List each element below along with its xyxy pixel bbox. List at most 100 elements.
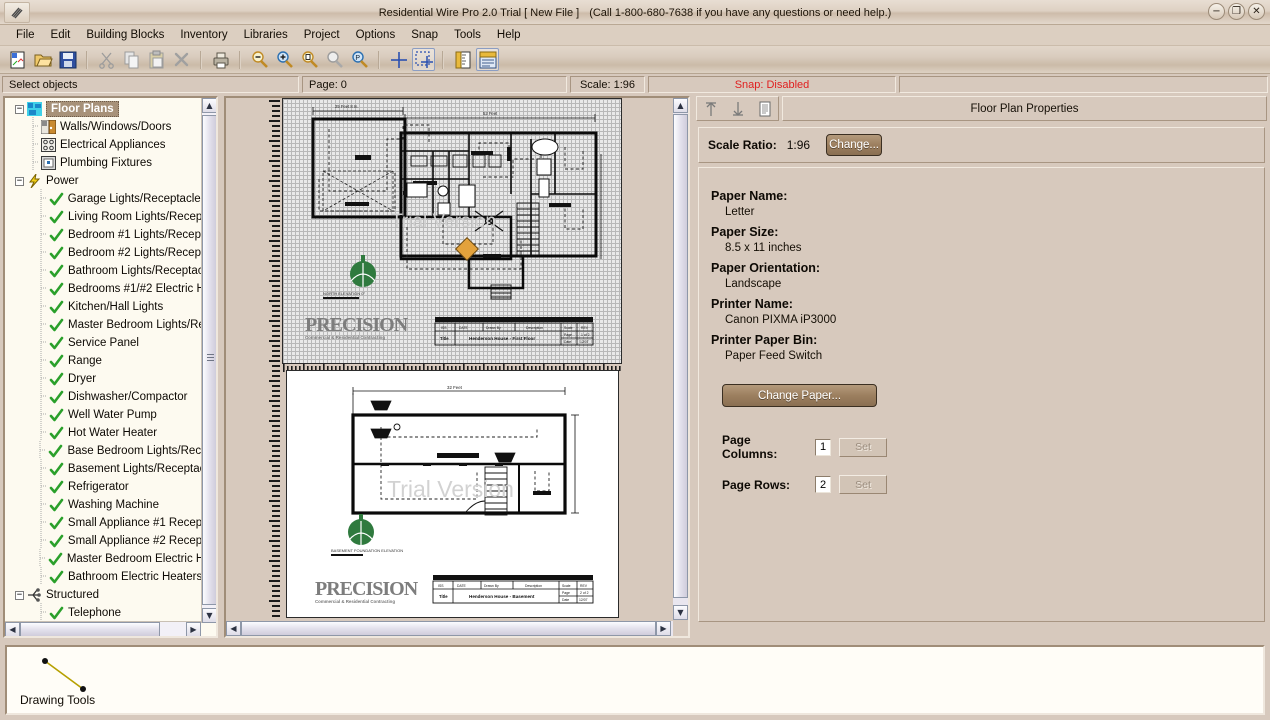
canvas-horizontal-scrollbar[interactable]: ◀ ▶ — [226, 621, 673, 636]
close-button[interactable]: ✕ — [1248, 3, 1265, 20]
measure-scale-icon[interactable] — [476, 48, 499, 71]
tree-expander-icon[interactable]: − — [15, 104, 24, 114]
floor-plan-page-2[interactable]: 32 Feet Trial Version BASEMENT FOUNDATIO… — [286, 370, 619, 618]
tree-item-label: Dryer — [68, 373, 97, 385]
tree-scroll-right-button[interactable]: ▶ — [186, 621, 201, 636]
send-to-back-icon[interactable] — [727, 99, 749, 119]
tree-item-master-bedroom-electric-he[interactable]: Master Bedroom Electric He — [5, 548, 205, 568]
canvas-scroll-down-button[interactable]: ▼ — [673, 605, 688, 620]
maximize-button[interactable]: ❐ — [1228, 3, 1245, 20]
tree-item-base-bedroom-lights-rece[interactable]: Base Bedroom Lights/Rece — [5, 440, 205, 460]
tree-hscroll-thumb[interactable] — [20, 621, 160, 636]
tree-item-power[interactable]: − Power — [5, 172, 205, 190]
menu-item-file[interactable]: File — [8, 27, 43, 43]
tree-item-small-appliance-2-recept[interactable]: Small Appliance #2 Recept — [5, 530, 205, 550]
bring-to-front-icon[interactable] — [700, 99, 722, 119]
project-tree[interactable]: − Floor Plans Walls/Windows/Doors Electrica… — [5, 98, 205, 623]
tree-item-washing-machine[interactable]: Washing Machine — [5, 494, 205, 514]
menu-item-project[interactable]: Project — [296, 27, 348, 43]
menu-item-tools[interactable]: Tools — [446, 27, 489, 43]
zoom-page-icon[interactable] — [298, 48, 321, 71]
change-scale-button[interactable]: Change... — [826, 134, 883, 156]
zoom-fit-icon[interactable]: P — [348, 48, 371, 71]
tree-item-telephone[interactable]: Telephone — [5, 602, 205, 622]
menu-item-inventory[interactable]: Inventory — [172, 27, 235, 43]
tree-item-bathroom-electric-heaters[interactable]: Bathroom Electric Heaters — [5, 566, 205, 586]
tree-item-bedrooms-1-2-electric-h[interactable]: Bedrooms #1/#2 Electric H — [5, 278, 205, 298]
page-columns-set-button[interactable]: Set — [839, 437, 887, 457]
page-columns-input[interactable]: 1 — [815, 438, 831, 456]
drawing-tools-panel[interactable]: Drawing Tools — [5, 645, 1265, 715]
tree-item-garage-lights-receptacles[interactable]: Garage Lights/Receptacles — [5, 188, 205, 208]
tree-horizontal-scrollbar[interactable]: ◀ ▶ — [5, 621, 201, 636]
new-icon[interactable] — [6, 48, 29, 71]
menu-item-snap[interactable]: Snap — [403, 27, 446, 43]
zoom-out-icon[interactable] — [248, 48, 271, 71]
canvas-scroll-up-button[interactable]: ▲ — [673, 98, 688, 113]
crosshair-icon[interactable] — [387, 48, 410, 71]
canvas-hscroll-thumb[interactable] — [241, 621, 656, 636]
tree-item-small-appliance-1-recept[interactable]: Small Appliance #1 Recept — [5, 512, 205, 532]
tree-scroll-up-button[interactable]: ▲ — [202, 98, 216, 113]
page-rows-set-button[interactable]: Set — [839, 475, 887, 494]
canvas-scroll-right-button[interactable]: ▶ — [656, 621, 671, 636]
tree-item-service-panel[interactable]: Service Panel — [5, 332, 205, 352]
tree-item-basement-lights-receptac[interactable]: Basement Lights/Receptac — [5, 458, 205, 478]
zoom-window-icon[interactable] — [323, 48, 346, 71]
tree-item-structured[interactable]: − Structured — [5, 586, 205, 604]
tree-item-living-room-lights-recepl[interactable]: Living Room Lights/Recepl — [5, 206, 205, 226]
minimize-button[interactable]: − — [1208, 3, 1225, 20]
select-region-icon[interactable] — [412, 48, 435, 71]
zoom-in-icon[interactable] — [273, 48, 296, 71]
tree-item-hot-water-heater[interactable]: Hot Water Heater — [5, 422, 205, 442]
floor-plan-page-1[interactable]: 25 Feet 8 In. 52 Feet Trial Version NORT… — [282, 98, 622, 364]
tree-item-label: Kitchen/Hall Lights — [68, 301, 164, 313]
menu-item-edit[interactable]: Edit — [43, 27, 79, 43]
tree-item-refrigerator[interactable]: Refrigerator — [5, 476, 205, 496]
drawing-canvas-panel[interactable]: 25 Feet 8 In. 52 Feet Trial Version NORT… — [224, 96, 690, 638]
canvas-vscroll-thumb[interactable] — [673, 114, 688, 598]
tree-item-bathroom-lights-receptac[interactable]: Bathroom Lights/Receptac — [5, 260, 205, 280]
ruler-icon[interactable] — [451, 48, 474, 71]
delete-x-icon[interactable] — [170, 48, 193, 71]
tree-item-dryer[interactable]: Dryer — [5, 368, 205, 388]
project-tree-panel: − Floor Plans Walls/Windows/Doors Electrica… — [3, 96, 218, 638]
cut-scissors-icon[interactable] — [95, 48, 118, 71]
check-icon — [48, 569, 65, 585]
tree-item-bedroom-2-lights-recept[interactable]: Bedroom #2 Lights/Recept — [5, 242, 205, 262]
tree-item-dishwasher-compactor[interactable]: Dishwasher/Compactor — [5, 386, 205, 406]
tree-scroll-down-button[interactable]: ▼ — [202, 608, 216, 623]
menu-item-options[interactable]: Options — [348, 27, 404, 43]
tree-expander-icon[interactable]: − — [15, 176, 24, 186]
tree-item-floor-plans[interactable]: − Floor Plans — [5, 100, 205, 118]
line-tool-icon[interactable] — [39, 655, 95, 697]
tree-scroll-thumb[interactable] — [202, 115, 216, 605]
tree-item-electrical-appliances[interactable]: Electrical Appliances — [5, 134, 205, 154]
properties-title: Floor Plan Properties — [782, 96, 1267, 121]
tree-vertical-scrollbar[interactable]: ▲ ▼ — [201, 98, 216, 623]
menu-item-building-blocks[interactable]: Building Blocks — [78, 27, 172, 43]
canvas-vertical-scrollbar[interactable]: ▲ ▼ — [673, 98, 688, 620]
change-paper-button[interactable]: Change Paper... — [722, 384, 877, 407]
system-menu-icon[interactable] — [4, 2, 30, 23]
page-rows-input[interactable]: 2 — [815, 476, 831, 493]
open-folder-icon[interactable] — [31, 48, 54, 71]
tree-item-range[interactable]: Range — [5, 350, 205, 370]
properties-list-icon[interactable] — [754, 99, 776, 119]
tree-scroll-left-button[interactable]: ◀ — [5, 621, 20, 636]
print-icon[interactable] — [209, 48, 232, 71]
tree-item-master-bedroom-lights-re[interactable]: Master Bedroom Lights/Re — [5, 314, 205, 334]
tree-item-bedroom-1-lights-recept[interactable]: Bedroom #1 Lights/Recept — [5, 224, 205, 244]
menu-item-help[interactable]: Help — [489, 27, 529, 43]
tree-item-kitchen-hall-lights[interactable]: Kitchen/Hall Lights — [5, 296, 205, 316]
menu-item-libraries[interactable]: Libraries — [236, 27, 296, 43]
canvas-scroll-left-button[interactable]: ◀ — [226, 621, 241, 636]
tree-item-label: Floor Plans — [46, 101, 119, 117]
paste-icon[interactable] — [145, 48, 168, 71]
tree-item-well-water-pump[interactable]: Well Water Pump — [5, 404, 205, 424]
tree-item-walls-windows-doors[interactable]: Walls/Windows/Doors — [5, 116, 205, 136]
tree-expander-icon[interactable]: − — [15, 590, 24, 600]
copy-icon[interactable] — [120, 48, 143, 71]
tree-item-plumbing-fixtures[interactable]: Plumbing Fixtures — [5, 152, 205, 172]
save-disk-icon[interactable] — [56, 48, 79, 71]
